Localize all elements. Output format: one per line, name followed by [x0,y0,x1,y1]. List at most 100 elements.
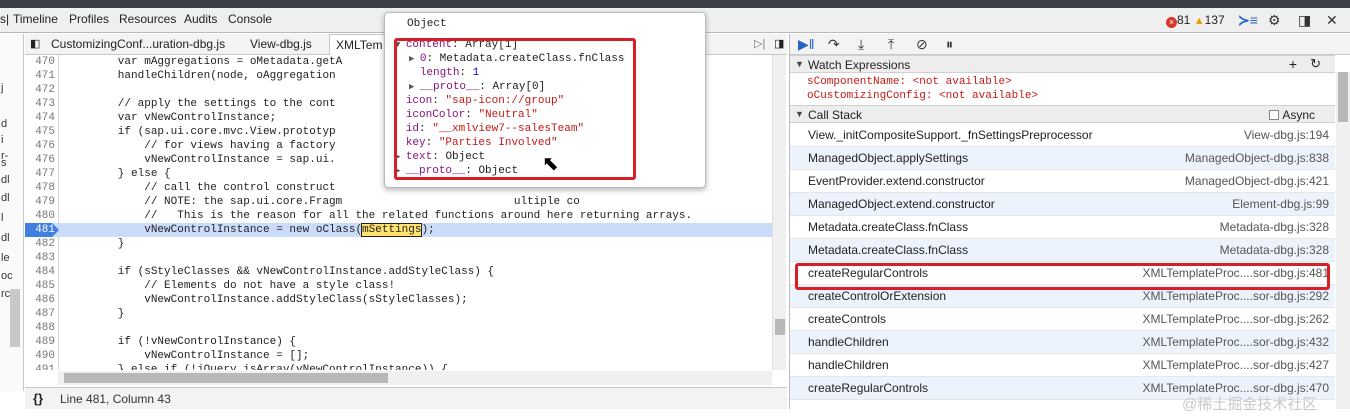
call-frame[interactable]: EventProvider.extend.constructor ManagedO… [790,170,1335,193]
scrollbar-thumb[interactable] [775,319,785,335]
checkbox-box[interactable] [1269,110,1280,120]
line-number[interactable]: 479 [25,195,55,209]
line-number[interactable]: 491 [25,363,55,370]
code-line[interactable]: 489 if (!vNewControlInstance) { [25,335,772,349]
tab-timeline[interactable]: Timeline [13,12,58,26]
line-number[interactable]: 482 [25,237,55,251]
hovered-variable[interactable]: mSettings [361,223,423,237]
frame-location[interactable]: ManagedObject-dbg.js:838 [1185,151,1329,165]
line-number[interactable]: 476 [25,153,55,167]
navigator-item[interactable]: s [1,157,7,169]
frame-location[interactable]: Metadata-dbg.js:328 [1220,243,1329,257]
pause-on-exceptions-icon[interactable]: ⏸ [946,36,953,53]
code-line[interactable]: 488 [25,321,772,335]
line-number[interactable]: 480 [25,209,55,223]
code-line[interactable]: 487 } [25,307,772,321]
code-line[interactable]: 486 vNewControlInstance.addStyleClass(sS… [25,293,772,307]
navigator-item[interactable]: j [1,82,3,94]
close-icon[interactable]: ✕ [1326,12,1338,29]
call-frame[interactable]: View._initCompositeSupport._fnSettingsPr… [790,124,1335,147]
step-out-icon[interactable]: ⤒ [888,36,894,53]
navigator-item[interactable]: dl [1,232,10,244]
console-drawer-icon[interactable]: ≻≡ [1238,12,1258,29]
code-line[interactable]: 480 // This is the reason for all the re… [25,209,772,223]
call-frame[interactable]: Metadata.createClass.fnClass Metadata-dbg… [790,216,1335,239]
watch-expressions-header[interactable]: ▼ Watch Expressions + ↻ [790,55,1335,73]
navigator-item[interactable]: d [1,118,7,130]
call-stack-header[interactable]: ▼ Call Stack Async [790,105,1335,123]
tab-console[interactable]: Console [228,12,272,26]
navigator-item[interactable]: le [1,252,10,264]
call-frame[interactable]: createControls XMLTemplateProc....sor-dbg… [790,308,1335,331]
frame-location[interactable]: XMLTemplateProc....sor-dbg.js:262 [1142,312,1329,326]
watch-expression[interactable]: oCustomizingConfig: <not available> [807,90,1038,102]
pretty-print-button[interactable]: {} [33,391,43,406]
tab-profiles[interactable]: Profiles [69,12,109,26]
line-number[interactable]: 490 [25,349,55,363]
sidebar-scrollbar[interactable] [1336,72,1350,409]
scrollbar-thumb[interactable] [1338,72,1348,122]
navigator-item[interactable]: rc [1,288,10,300]
add-icon[interactable]: + [1289,56,1297,72]
tab-audits[interactable]: Audits [184,12,217,26]
line-number[interactable]: 475 [25,125,55,139]
call-frame[interactable]: Metadata.createClass.fnClass Metadata-dbg… [790,239,1335,262]
debugger-toggle-icon[interactable]: ◨ [774,37,784,50]
deactivate-breakpoints-icon[interactable]: ⊘ [916,36,928,53]
navigator-item[interactable]: oc [1,270,13,282]
line-number[interactable]: 471 [25,69,55,83]
line-number[interactable]: 486 [25,293,55,307]
refresh-icon[interactable]: ↻ [1310,56,1321,72]
call-frame[interactable]: handleChildren XMLTemplateProc....sor-dbg… [790,354,1335,377]
console-counts[interactable]: × 81 ▲137 [1166,13,1225,28]
line-number[interactable]: 484 [25,265,55,279]
line-number[interactable]: 481 [25,223,55,237]
line-number[interactable]: 485 [25,279,55,293]
call-frame[interactable]: handleChildren XMLTemplateProc....sor-dbg… [790,331,1335,354]
line-number[interactable]: 487 [25,307,55,321]
line-number[interactable]: 478 [25,181,55,195]
scrollbar-thumb[interactable] [64,373,388,383]
tab-resources[interactable]: Resources [119,12,176,26]
code-line[interactable]: 491 } else if (!jQuery.isArray(vNewContr… [25,363,772,370]
frame-location[interactable]: Metadata-dbg.js:328 [1220,220,1329,234]
frame-location[interactable]: XMLTemplateProc....sor-dbg.js:427 [1142,358,1329,372]
frame-location[interactable]: XMLTemplateProc....sor-dbg.js:292 [1142,289,1329,303]
tab-sources-edge[interactable]: s| [0,12,9,26]
source-tab[interactable]: View-dbg.js [250,37,312,51]
watch-expression[interactable]: sComponentName: <not available> [807,76,1012,88]
frame-location[interactable]: XMLTemplateProc....sor-dbg.js:432 [1142,335,1329,349]
navigator-toggle-icon[interactable]: ◧ [30,37,40,50]
line-number[interactable]: 483 [25,251,55,265]
call-frame[interactable]: ManagedObject.applySettings ManagedObject… [790,147,1335,170]
code-line[interactable]: 483 [25,251,772,265]
navigator-scrollbar[interactable] [10,289,20,347]
line-number[interactable]: 488 [25,321,55,335]
navigator-item[interactable]: dl [1,174,10,186]
code-line[interactable]: 490 vNewControlInstance = []; [25,349,772,363]
frame-location[interactable]: View-dbg.js:194 [1244,128,1329,142]
code-line[interactable]: 484 if (sStyleClasses && vNewControlInst… [25,265,772,279]
code-line[interactable]: 479 // NOTE: the sap.ui.core.Fragm ultip… [25,195,772,209]
line-number[interactable]: 470 [25,55,55,69]
navigator-item[interactable]: dl [1,192,10,204]
source-tab[interactable]: CustomizingConf...uration-dbg.js [51,37,225,51]
line-number[interactable]: 477 [25,167,55,181]
code-line[interactable]: 485 // Elements do not have a style clas… [25,279,772,293]
line-number[interactable]: 489 [25,335,55,349]
call-frame[interactable]: ManagedObject.extend.constructor Element-… [790,193,1335,216]
navigator-item[interactable]: l [1,212,3,224]
code-line-breakpoint[interactable]: 481 vNewControlInstance = new oClass(mSe… [25,223,772,237]
frame-location[interactable]: Element-dbg.js:99 [1232,197,1329,211]
tab-overflow-icon[interactable]: ▷| [754,37,765,50]
step-into-icon[interactable]: ⤓ [858,36,864,53]
line-number[interactable]: 474 [25,111,55,125]
line-number[interactable]: 473 [25,97,55,111]
resume-icon[interactable]: ▶‖ [798,36,815,53]
line-number[interactable]: 472 [25,83,55,97]
line-number[interactable]: 476 [25,139,55,153]
gear-icon[interactable]: ⚙ [1268,12,1281,29]
source-tab-active[interactable]: XMLTem [329,34,390,55]
frame-location[interactable]: ManagedObject-dbg.js:421 [1185,174,1329,188]
editor-horizontal-scrollbar[interactable] [58,371,772,385]
